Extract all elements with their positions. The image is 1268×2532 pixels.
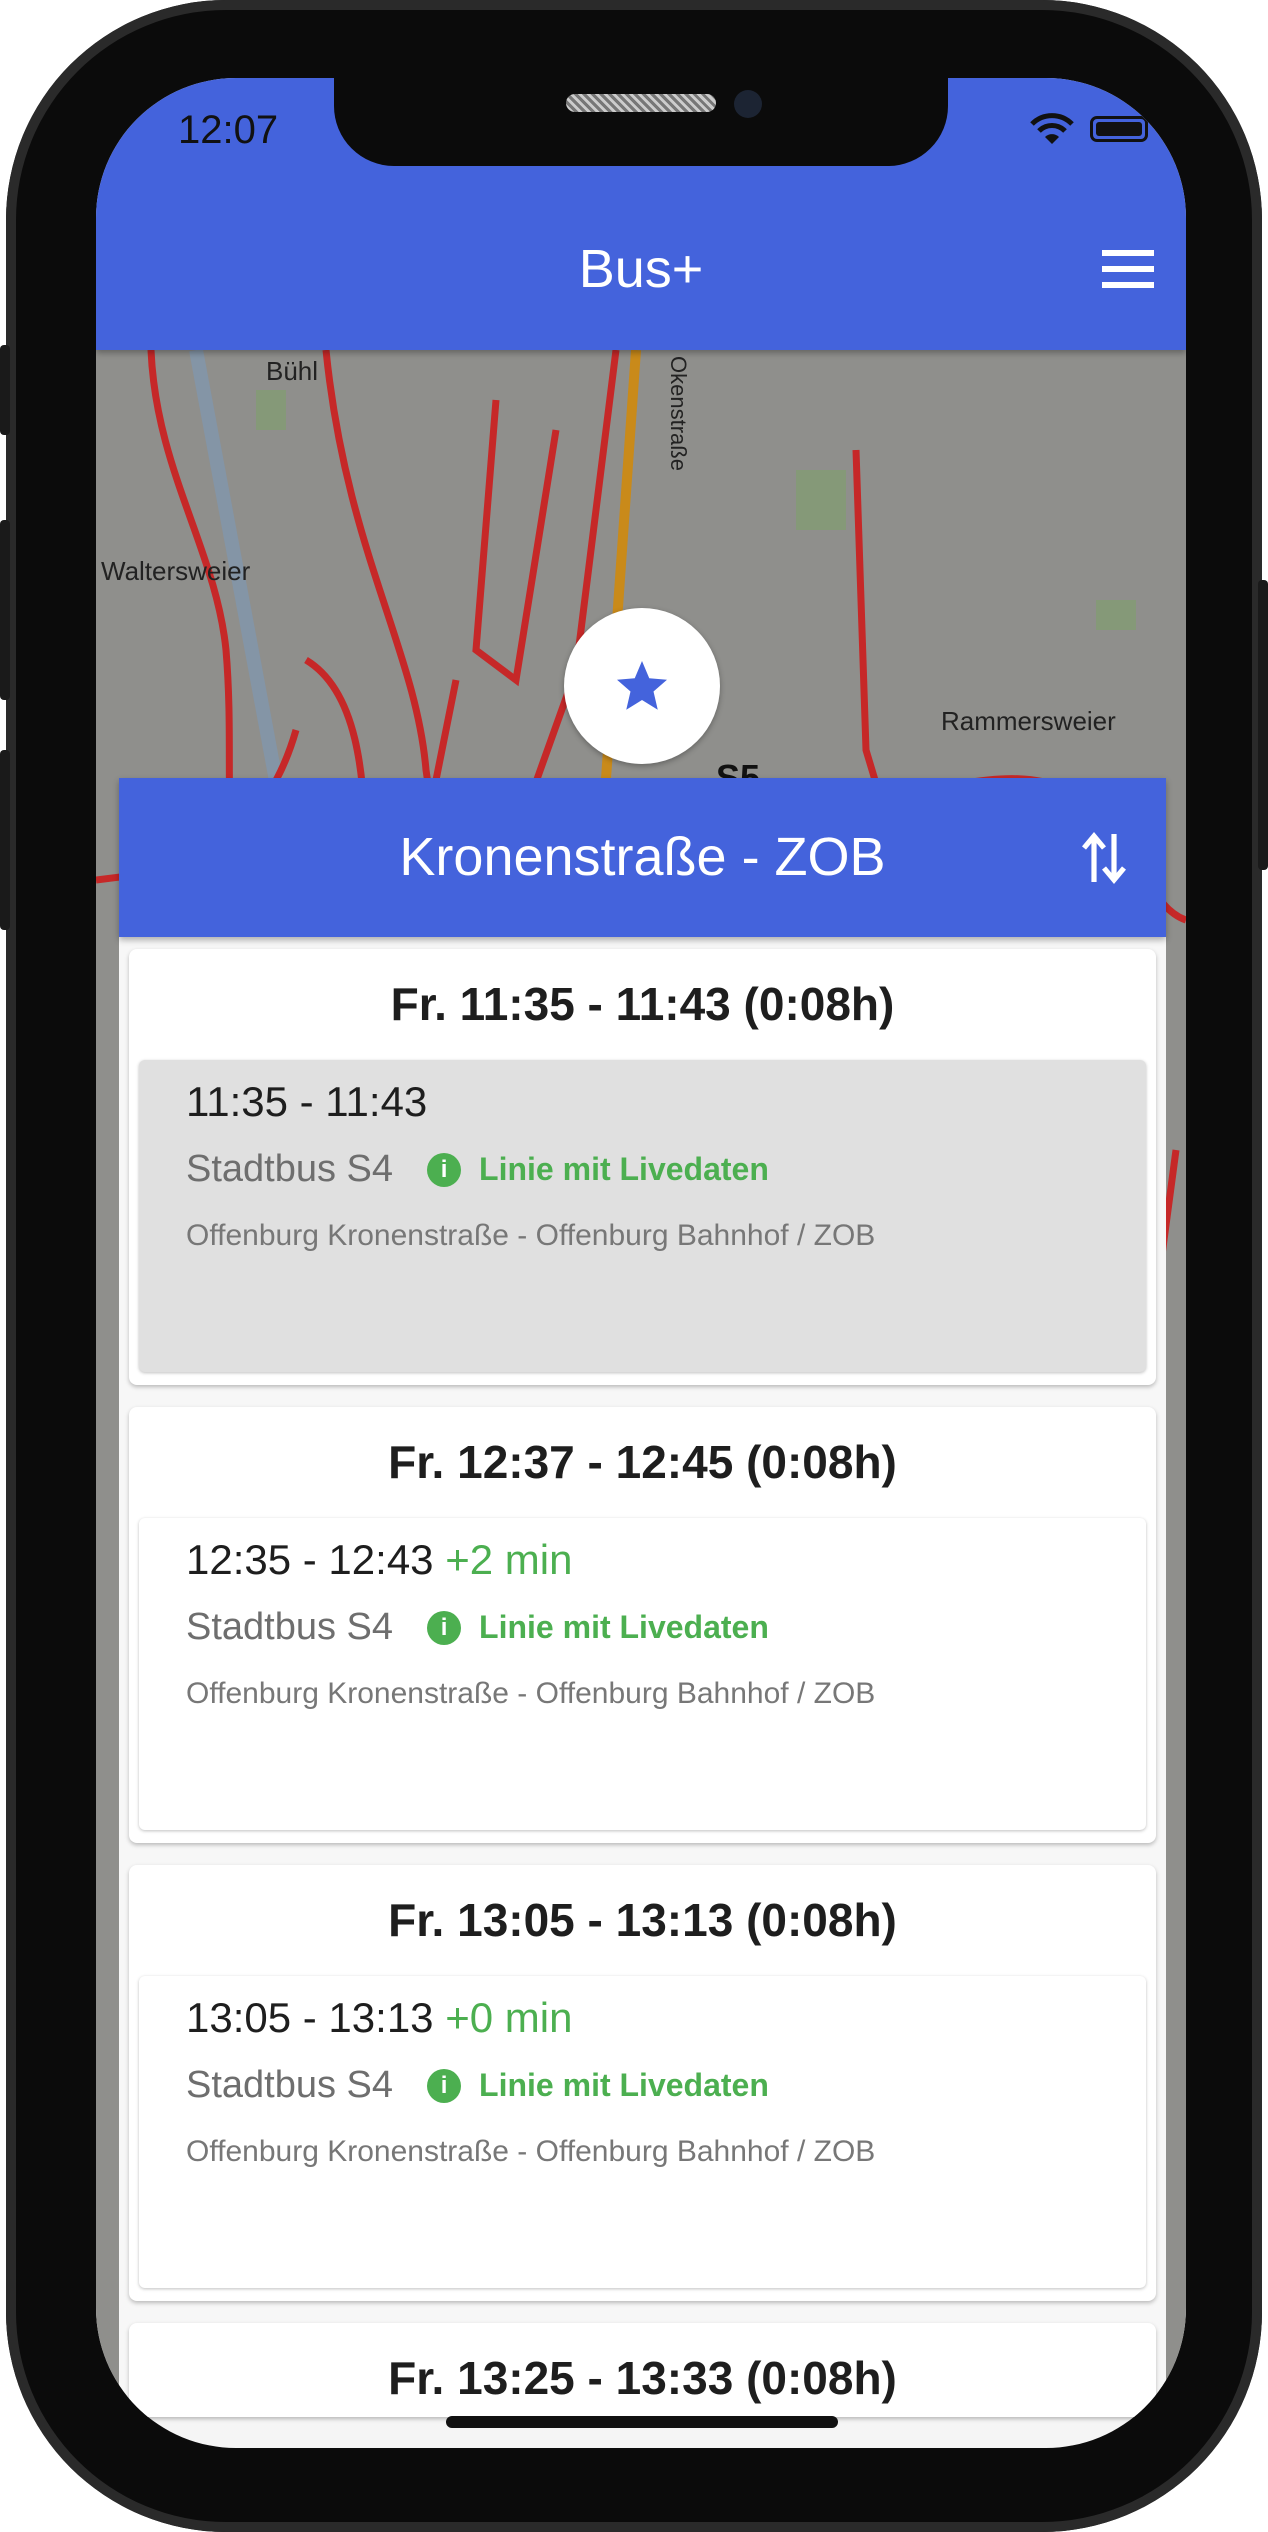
connection-title: Fr. 12:37 - 12:45 (0:08h) [388, 1436, 897, 1488]
menu-icon[interactable] [1102, 250, 1154, 288]
star-icon [617, 661, 667, 710]
info-icon: i [427, 1152, 462, 1187]
delay-badge: +0 min [445, 1994, 573, 2041]
info-icon: i [427, 2068, 462, 2103]
mute-switch [0, 345, 10, 435]
connection-card[interactable]: Fr. 11:35 - 11:43 (0:08h) 11:35 - 11:43 … [129, 949, 1156, 1385]
live-data-label: Linie mit Livedaten [479, 1151, 769, 1187]
connection-title: Fr. 11:35 - 11:43 (0:08h) [390, 978, 895, 1030]
home-indicator[interactable] [446, 2416, 838, 2428]
leg-route: Offenburg Kronenstraße - Offenburg Bahnh… [186, 1219, 876, 1252]
route-panel: Kronenstraße - ZOB Fr. 11:35 - 11:43 (0:… [119, 778, 1166, 2417]
app-title: Bus+ [578, 239, 704, 299]
map-label-okenstrasse: Okenstraße [666, 356, 691, 471]
swap-direction-icon[interactable] [1082, 830, 1126, 886]
app-bar: 12:07 Bus+ [96, 78, 1186, 350]
leg-route: Offenburg Kronenstraße - Offenburg Bahnh… [186, 1677, 876, 1710]
battery-icon [1090, 116, 1148, 142]
info-icon: i [427, 1610, 462, 1645]
map-label-rammersweier: Rammersweier [941, 706, 1116, 736]
screen: Bühl Waltersweier Rammersweier Okenstraß… [96, 78, 1186, 2448]
connection-card[interactable]: Fr. 13:25 - 13:33 (0:08h) [129, 2323, 1156, 2417]
leg-time: 11:35 - 11:43 [186, 1078, 428, 1125]
volume-down-button [0, 750, 10, 930]
wifi-icon [1030, 113, 1074, 144]
leg-time: 13:05 - 13:13 [186, 1994, 434, 2041]
leg-time: 12:35 - 12:43 [186, 1536, 434, 1583]
favorite-button[interactable] [564, 608, 720, 764]
connection-title: Fr. 13:25 - 13:33 (0:08h) [388, 2352, 897, 2404]
notch [334, 78, 948, 166]
map-label-buehl: Bühl [266, 356, 318, 386]
leg-route: Offenburg Kronenstraße - Offenburg Bahnh… [186, 2135, 876, 2168]
connection-card[interactable]: Fr. 12:37 - 12:45 (0:08h) 12:35 - 12:43 … [129, 1407, 1156, 1843]
status-icons [1030, 112, 1148, 146]
leg-item[interactable]: 12:35 - 12:43 +2 min Stadtbus S4 i Linie… [139, 1518, 1146, 1830]
phone-frame: Bühl Waltersweier Rammersweier Okenstraß… [0, 0, 1268, 2532]
live-data-label: Linie mit Livedaten [479, 2067, 769, 2103]
delay-badge: +2 min [445, 1536, 573, 1583]
power-button [1258, 580, 1268, 870]
leg-item[interactable]: 11:35 - 11:43 Stadtbus S4 i Linie mit Li… [139, 1060, 1146, 1372]
speaker [566, 94, 716, 112]
route-title: Kronenstraße - ZOB [399, 827, 886, 887]
line-name: Stadtbus S4 [186, 2064, 394, 2106]
status-time: 12:07 [178, 108, 279, 152]
live-data-label: Linie mit Livedaten [479, 1609, 769, 1645]
line-name: Stadtbus S4 [186, 1148, 394, 1190]
volume-up-button [0, 520, 10, 700]
map-label-waltersweier: Waltersweier [101, 556, 251, 586]
connection-card[interactable]: Fr. 13:05 - 13:13 (0:08h) 13:05 - 13:13 … [129, 1865, 1156, 2301]
line-name: Stadtbus S4 [186, 1606, 394, 1648]
camera [734, 90, 762, 118]
leg-item[interactable]: 13:05 - 13:13 +0 min Stadtbus S4 i Linie… [139, 1976, 1146, 2288]
connection-title: Fr. 13:05 - 13:13 (0:08h) [388, 1894, 897, 1946]
route-header: Kronenstraße - ZOB [119, 778, 1166, 937]
connection-list: Fr. 11:35 - 11:43 (0:08h) 11:35 - 11:43 … [119, 937, 1166, 2417]
